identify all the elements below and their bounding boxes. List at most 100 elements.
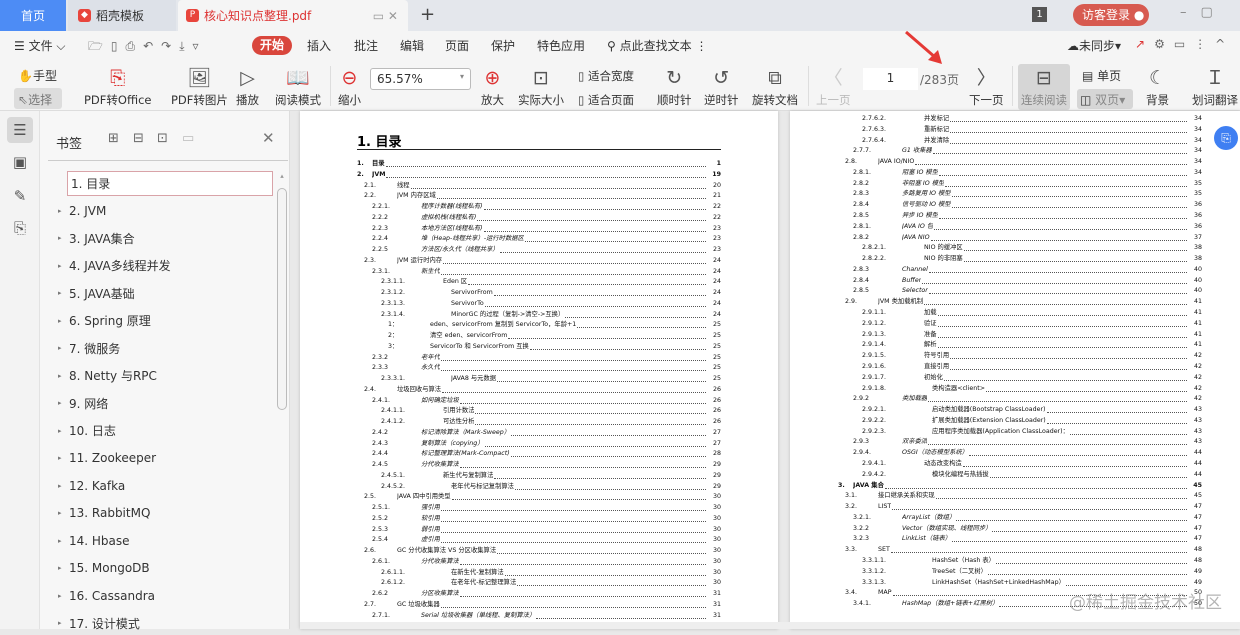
toc-entry[interactable]: 2.9.1.2. 验证 41: [838, 319, 1202, 329]
tab-template[interactable]: ◆ 稻壳模板: [68, 0, 176, 31]
toc-entry[interactable]: 2.2.3 本地方法区(线程私有) 23: [357, 224, 721, 234]
menu-edit[interactable]: 编辑: [400, 37, 424, 54]
expand-caret-icon[interactable]: ▸: [58, 509, 69, 517]
quick-access-icons[interactable]: 🗁▯⎙↶↷⤓▿: [88, 37, 207, 58]
toc-entry[interactable]: 2.8.2.2. NIO 的非阻塞 38: [838, 254, 1202, 264]
toc-entry[interactable]: 2.7.1. Serial 垃圾收集器（单线程、复制算法） 31: [357, 611, 721, 621]
bookmark-item[interactable]: ▸ 11. Zookeeper: [58, 446, 274, 470]
toc-entry[interactable]: 2.3.1.1. Eden 区 24: [357, 277, 721, 287]
bookmark-item[interactable]: ▸ 14. Hbase: [58, 529, 274, 553]
toc-entry[interactable]: 2.4.1.1. 引用计数法 26: [357, 406, 721, 416]
toc-entry[interactable]: 2.3.3 永久代 25: [357, 363, 721, 373]
add-bookmark-icon[interactable]: ⊡: [157, 131, 168, 146]
rotate-cw-button[interactable]: ↻ 顺时针: [657, 66, 692, 108]
toc-entry[interactable]: 3.3.1.3. LinkHashSet（HashSet+LinkedHashMa…: [838, 578, 1202, 588]
toc-entry[interactable]: 2.6.1.1. 在新生代-复制算法 30: [357, 568, 721, 578]
toc-entry[interactable]: 2.5.4 虚引用 30: [357, 535, 721, 545]
close-icon[interactable]: ✕: [262, 129, 275, 147]
toc-entry[interactable]: 3.2.2 Vector（数组实现、线程同步） 47: [838, 524, 1202, 534]
toc-entry[interactable]: 2.9.4.1. 动态改变构造 44: [838, 459, 1202, 469]
toc-entry[interactable]: 3.3. SET 48: [838, 545, 1202, 555]
toc-entry[interactable]: 2.4.4 标记整理算法(Mark-Compact) 28: [357, 449, 721, 459]
select-tool-button[interactable]: ⇖选择: [14, 88, 62, 109]
menu-protect[interactable]: 保护: [491, 37, 515, 54]
toc-entry[interactable]: 2.9.1.7. 初始化 42: [838, 373, 1202, 383]
fit-width-button[interactable]: ▯ 适合宽度: [578, 68, 634, 84]
prev-page-button[interactable]: 〈上一页: [816, 66, 851, 108]
menu-annotate[interactable]: 批注: [354, 37, 378, 54]
continuous-reading-button[interactable]: ⊟ 连续阅读: [1018, 64, 1070, 110]
toc-entry[interactable]: 2.2.5 方法区/永久代（线程共享） 23: [357, 245, 721, 255]
expand-caret-icon[interactable]: ▸: [58, 234, 69, 242]
bookmark-scrollbar[interactable]: ▴: [276, 172, 288, 629]
toc-entry[interactable]: 3： ServicorTo 和 ServicorFrom 互换 25: [357, 342, 721, 352]
toc-entry[interactable]: 2.9.2.1. 启动类加载器(Bootstrap ClassLoader) 43: [838, 405, 1202, 415]
background-button[interactable]: ☾ 背景: [1146, 66, 1169, 108]
menu-start[interactable]: 开始: [252, 36, 292, 55]
toc-entry[interactable]: 2.4.5.1. 新生代与复制算法 29: [357, 471, 721, 481]
close-tab-icon[interactable]: ▭ ✕: [373, 9, 398, 23]
expand-caret-icon[interactable]: ▸: [58, 427, 69, 435]
toc-entry[interactable]: 2.6.2 分区收集算法 31: [357, 589, 721, 599]
window-controls[interactable]: –▢: [1180, 5, 1227, 20]
toc-entry[interactable]: 2.4.1. 如何确定垃圾 26: [357, 396, 721, 406]
bookmark-panel-icon[interactable]: ☰: [7, 117, 33, 143]
floating-tool-icon[interactable]: ⎘: [1214, 126, 1238, 150]
bookmark-item[interactable]: 1. 目录: [67, 171, 273, 196]
expand-caret-icon[interactable]: ▸: [58, 372, 69, 380]
toc-entry[interactable]: 3.3.1.2. TreeSet（二叉树） 49: [838, 567, 1202, 577]
toc-entry[interactable]: 2.5.3 弱引用 30: [357, 525, 721, 535]
expand-caret-icon[interactable]: ▸: [58, 454, 69, 462]
zoom-select[interactable]: 65.57% ▾: [370, 68, 471, 90]
gear-icon[interactable]: ⚙: [1154, 37, 1174, 51]
bookmark-item[interactable]: ▸ 6. Spring 原理: [58, 309, 274, 333]
toc-entry[interactable]: 2.7.6.2. 并发标记 34: [838, 114, 1202, 124]
toc-entry[interactable]: 2： 清空 eden、servicorFrom 25: [357, 331, 721, 341]
search-text-button[interactable]: ⚲ 点此查找文本 ⋮: [607, 37, 707, 54]
toc-entry[interactable]: 2.3. JVM 运行时内存 24: [357, 256, 721, 266]
toc-entry[interactable]: 2.2. JVM 内存区域 21: [357, 191, 721, 201]
tab-document[interactable]: P 核心知识点整理.pdf ▭ ✕: [178, 0, 408, 31]
expand-caret-icon[interactable]: ▸: [58, 482, 69, 490]
translate-button[interactable]: Ｉ 划词翻译: [1192, 66, 1238, 108]
rotate-ccw-button[interactable]: ↺ 逆时针: [704, 66, 739, 108]
toc-entry[interactable]: 2.6. GC 分代收集算法 VS 分区收集算法 30: [357, 546, 721, 556]
toc-entry[interactable]: 2.9.1.1. 加载 41: [838, 308, 1202, 318]
delete-bookmark-icon[interactable]: ▭: [182, 131, 194, 146]
toc-entry[interactable]: 2.3.3.1. JAVA8 与元数据 25: [357, 374, 721, 384]
toc-entry[interactable]: 2. JVM 19: [357, 170, 721, 180]
toc-entry[interactable]: 3.2.1. ArrayList（数组） 47: [838, 513, 1202, 523]
expand-caret-icon[interactable]: ▸: [58, 289, 69, 297]
toc-entry[interactable]: 2.4.3 复制算法（copying） 27: [357, 439, 721, 449]
play-button[interactable]: ▷ 播放: [236, 66, 259, 108]
comment-icon[interactable]: ▭: [1174, 37, 1194, 51]
bookmark-item[interactable]: ▸ 5. JAVA基础: [58, 281, 274, 305]
toc-entry[interactable]: 2.1. 线程 20: [357, 181, 721, 191]
toc-entry[interactable]: 2.8.1. JAVA IO 包 36: [838, 222, 1202, 232]
expand-caret-icon[interactable]: ▸: [58, 207, 69, 215]
toc-entry[interactable]: 1： eden、servicorFrom 复制到 ServicorTo，年龄+1 2…: [357, 320, 721, 330]
bookmark-item[interactable]: ▸ 16. Cassandra: [58, 584, 274, 608]
double-page-button[interactable]: ◫ 双页▾: [1077, 89, 1133, 109]
toc-entry[interactable]: 2.5.2 软引用 30: [357, 514, 721, 524]
toc-entry[interactable]: 2.9.1.8. 类构造器<client> 42: [838, 384, 1202, 394]
toc-entry[interactable]: 3.1. 接口继承关系和实现 45: [838, 491, 1202, 501]
thumbnail-icon[interactable]: ▣: [7, 149, 33, 175]
toc-entry[interactable]: 2.9.4.2. 模块化编程与热插拔 44: [838, 470, 1202, 480]
bookmark-item[interactable]: ▸ 7. 微服务: [58, 336, 274, 360]
toc-entry[interactable]: 2.3.1.2. ServivorFrom 24: [357, 288, 721, 298]
menu-insert[interactable]: 插入: [307, 37, 331, 54]
toc-entry[interactable]: 2.9.2.3. 应用程序类加载器(Application ClassLoader…: [838, 427, 1202, 437]
toc-entry[interactable]: 3.3.1.1. HashSet（Hash 表） 48: [838, 556, 1202, 566]
bookmark-item[interactable]: ▸ 17. 设计模式: [58, 611, 274, 635]
toc-entry[interactable]: 2.9.1.4. 解析 41: [838, 340, 1202, 350]
toc-entry[interactable]: 2.4.5.2. 老年代与标记复制算法 29: [357, 482, 721, 492]
toc-entry[interactable]: 2.8.2 非阻塞 IO 模型 35: [838, 179, 1202, 189]
expand-caret-icon[interactable]: ▸: [58, 592, 69, 600]
menu-special[interactable]: 特色应用: [537, 37, 585, 54]
next-page-button[interactable]: 〉下一页: [969, 66, 1004, 108]
toc-entry[interactable]: 2.2.4 堆（Heap-线程共享）-运行时数据区 23: [357, 234, 721, 244]
pdf-to-image-button[interactable]: 🖼 PDF转图片: [171, 66, 228, 108]
toc-entry[interactable]: 2.8. JAVA IO/NIO 34: [838, 157, 1202, 167]
fit-page-button[interactable]: ▯ 适合页面: [578, 92, 634, 108]
